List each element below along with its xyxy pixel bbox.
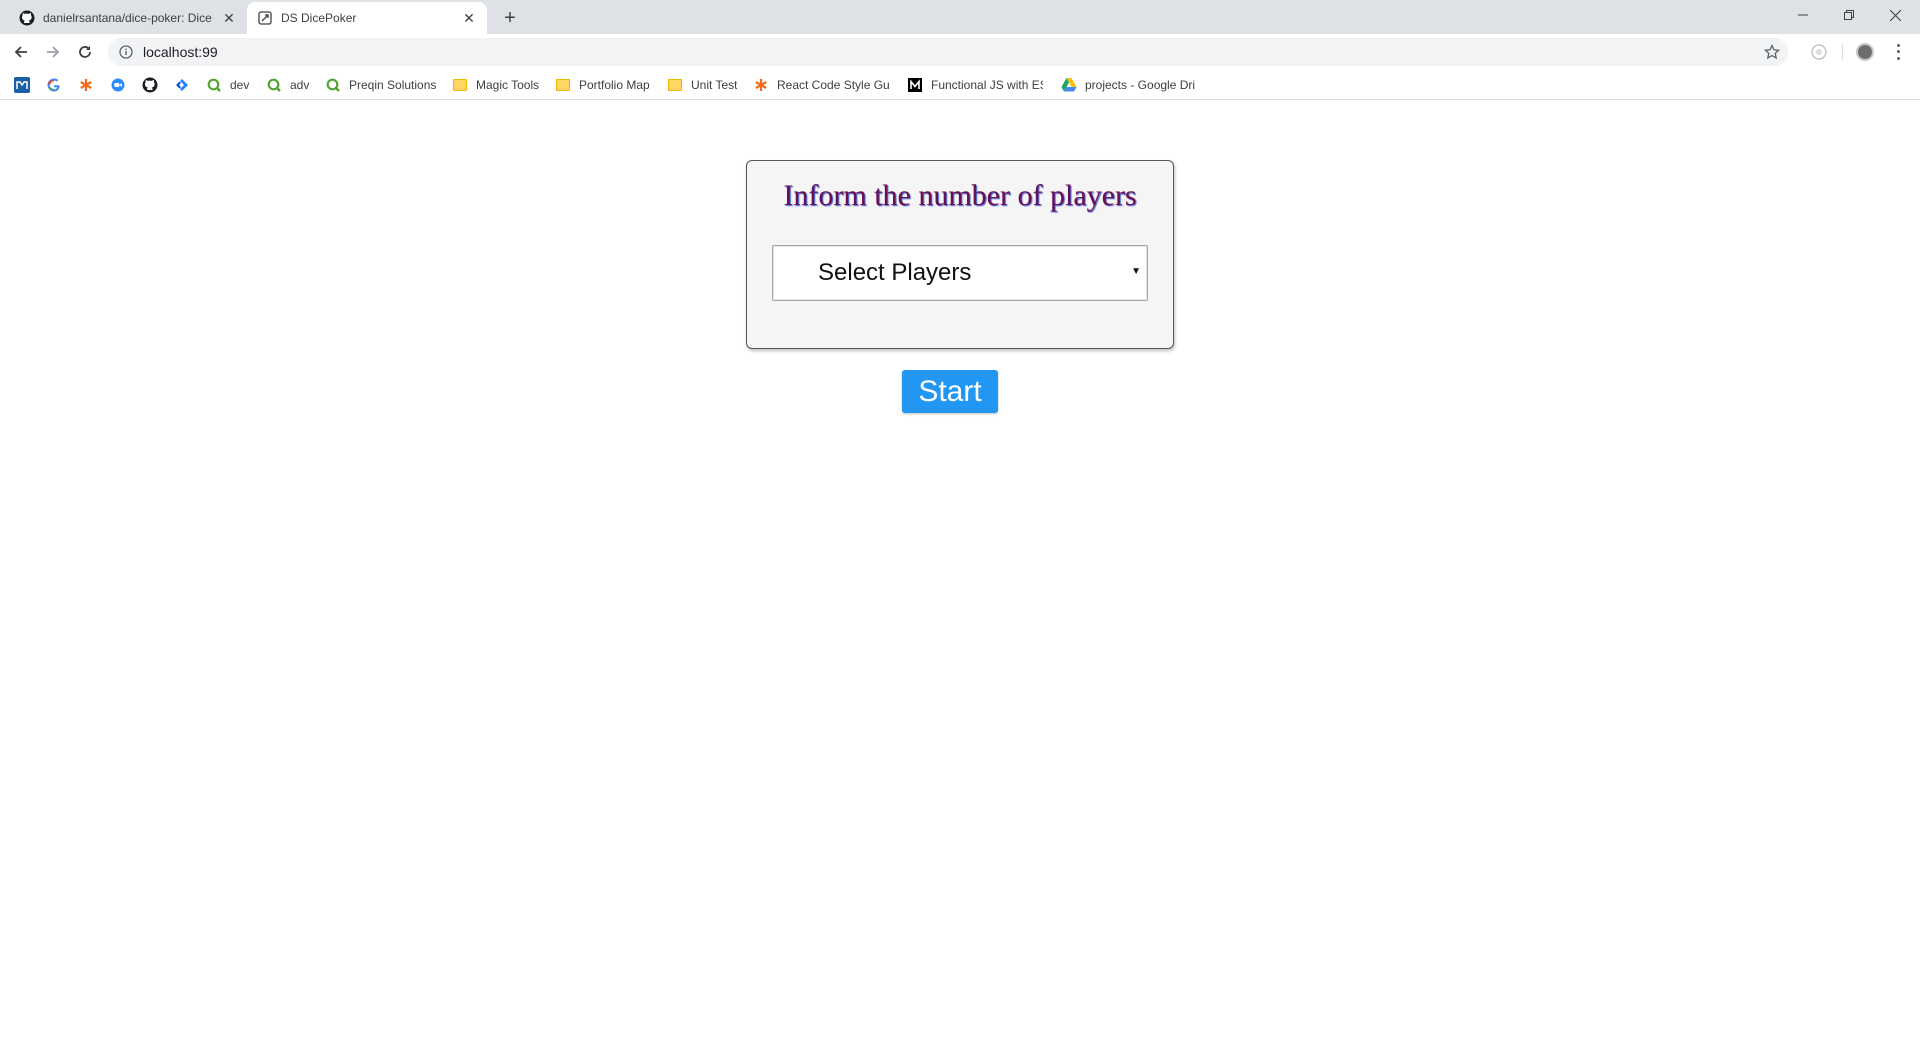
jira-icon	[174, 77, 190, 93]
tab-title: danielrsantana/dice-poker: Dice	[43, 11, 212, 25]
folder-icon	[452, 77, 468, 93]
bookmark-star-icon[interactable]	[1763, 43, 1781, 60]
app-icon	[14, 77, 30, 93]
menu-icon[interactable]	[1890, 42, 1906, 62]
close-window-icon[interactable]	[1872, 0, 1918, 30]
drive-icon	[1061, 77, 1077, 93]
browser-toolbar: localhost:99	[0, 34, 1920, 70]
url-text: localhost:99	[143, 44, 218, 60]
forward-icon[interactable]	[39, 38, 67, 66]
bookmark-label: dev	[230, 78, 250, 92]
asterisk-icon	[753, 77, 769, 93]
address-bar[interactable]: localhost:99	[108, 38, 1788, 66]
bookmark-item[interactable]	[142, 76, 158, 94]
dropdown-arrow-icon: ▼	[1131, 266, 1141, 277]
asterisk-icon	[78, 77, 94, 93]
bookmark-item[interactable]: Preqin Solutions	[325, 76, 436, 94]
google-icon	[46, 77, 62, 93]
page-title: Inform the number of players	[783, 179, 1137, 212]
bookmark-label: Magic Tools	[476, 78, 540, 92]
qlik-icon	[266, 77, 282, 93]
toolbar-divider	[1842, 44, 1843, 60]
extension-icon[interactable]	[1810, 43, 1828, 61]
bookmark-item[interactable]: Functional JS with ES	[907, 76, 1043, 94]
bookmark-item[interactable]: Portfolio Map	[555, 76, 650, 94]
folder-icon	[555, 77, 571, 93]
new-tab-icon[interactable]: +	[498, 6, 522, 30]
bookmark-item[interactable]: dev	[206, 76, 249, 94]
bookmark-label: Preqin Solutions	[349, 78, 437, 92]
dice-icon	[257, 10, 273, 26]
bookmark-label: React Code Style Gui	[777, 78, 890, 92]
folder-icon	[667, 77, 683, 93]
bookmark-item[interactable]	[174, 76, 190, 94]
github-icon	[19, 10, 35, 26]
bookmark-item[interactable]: projects - Google Dri	[1061, 76, 1198, 94]
restore-icon[interactable]	[1826, 0, 1872, 30]
tab-github[interactable]: danielrsantana/dice-poker: Dice ✕	[9, 2, 247, 34]
qlik-icon	[325, 77, 341, 93]
reload-icon[interactable]	[71, 38, 99, 66]
bookmark-item[interactable]: Magic Tools	[452, 76, 539, 94]
tab-strip: danielrsantana/dice-poker: Dice ✕ DS Dic…	[0, 0, 1920, 34]
start-button[interactable]: Start	[902, 370, 998, 413]
tab-title: DS DicePoker	[281, 11, 357, 25]
close-tab-icon[interactable]: ✕	[459, 8, 479, 28]
bookmark-item[interactable]: adv	[266, 76, 309, 94]
bookmarks-bar: dev adv Preqin Solutions Magic Tools Por…	[0, 70, 1920, 100]
bookmark-item[interactable]	[14, 76, 30, 94]
players-panel: Inform the number of players Select Play…	[746, 160, 1174, 349]
players-select[interactable]: Select Players ▼	[772, 245, 1148, 301]
info-icon[interactable]	[118, 44, 134, 60]
bookmark-item[interactable]: React Code Style Gui	[753, 76, 890, 94]
medium-icon	[907, 77, 923, 93]
qlik-icon	[206, 77, 222, 93]
select-value: Select Players	[818, 259, 972, 286]
github-icon	[142, 77, 158, 93]
bookmark-label: Unit Test	[691, 78, 738, 92]
minimize-icon[interactable]	[1780, 0, 1826, 30]
bookmark-item[interactable]	[110, 76, 126, 94]
bookmark-item[interactable]: Unit Test	[667, 76, 737, 94]
bookmark-label: adv	[290, 78, 310, 92]
tab-dicepoker[interactable]: DS DicePoker ✕	[247, 2, 487, 34]
chat-icon	[110, 77, 126, 93]
back-icon[interactable]	[7, 38, 35, 66]
bookmark-label: Portfolio Map	[579, 78, 650, 92]
bookmark-item[interactable]	[78, 76, 94, 94]
close-tab-icon[interactable]: ✕	[219, 8, 239, 28]
bookmark-label: projects - Google Dri	[1085, 78, 1196, 92]
bookmark-label: Functional JS with ES	[931, 78, 1043, 92]
bookmark-item[interactable]	[46, 76, 62, 94]
profile-avatar[interactable]	[1856, 43, 1874, 61]
